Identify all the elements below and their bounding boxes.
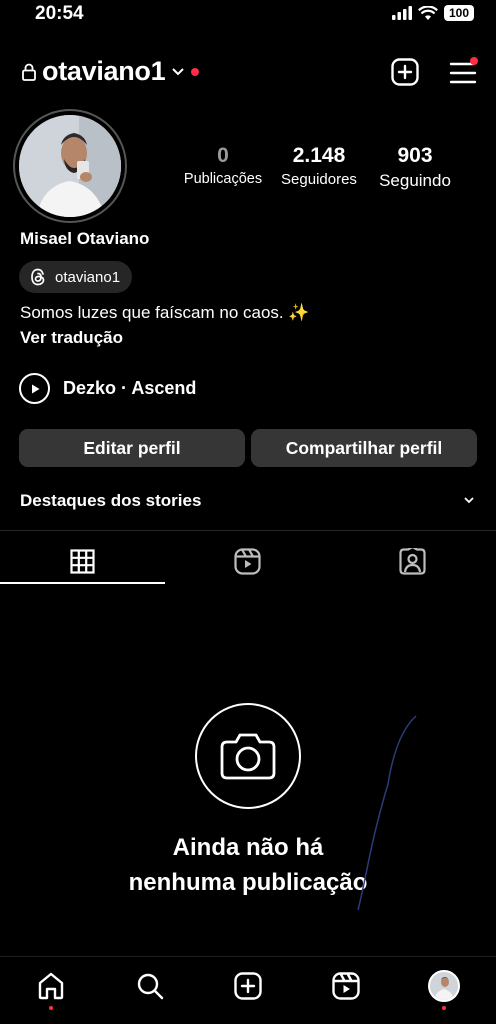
- following-count-label: Seguindo: [379, 171, 451, 190]
- create-icon: [234, 972, 262, 1000]
- music-title: Dezko · Ascend: [63, 378, 197, 398]
- posts-count[interactable]: 0 Publicações: [178, 144, 268, 187]
- profile-avatar: [428, 970, 460, 1002]
- full-name: Misael Otaviano: [20, 229, 150, 248]
- threads-icon: [31, 268, 45, 286]
- see-translation-link[interactable]: Ver tradução: [20, 328, 123, 348]
- divider: [0, 530, 496, 531]
- story-highlights-toggle[interactable]: Destaques dos stories: [20, 491, 201, 511]
- empty-state-title: Ainda não há nenhuma publicação: [128, 834, 368, 896]
- profile-music[interactable]: Dezko · Ascend: [19, 373, 196, 404]
- tagged-icon: [399, 548, 426, 575]
- play-icon: [19, 373, 50, 404]
- nav-create[interactable]: [228, 966, 268, 1006]
- nav-reels[interactable]: [326, 966, 366, 1006]
- camera-icon: [220, 733, 276, 780]
- share-profile-button[interactable]: Compartilhar perfil: [251, 429, 477, 467]
- home-notification-dot: [49, 1006, 53, 1010]
- active-tab-indicator: [0, 582, 165, 584]
- grid-icon: [70, 549, 95, 574]
- decorative-stroke: [357, 715, 417, 911]
- hamburger-menu-icon: [449, 57, 478, 84]
- wifi-icon: [418, 5, 438, 20]
- nav-home[interactable]: [31, 966, 71, 1006]
- following-count[interactable]: 903 Seguindo: [370, 144, 460, 191]
- avatar-photo: [19, 115, 121, 217]
- signal-icon: [392, 6, 412, 20]
- home-icon: [38, 972, 64, 1000]
- profile-notification-dot: [442, 1006, 446, 1010]
- tab-reels[interactable]: [165, 540, 330, 583]
- account-switcher[interactable]: otaviano1: [22, 56, 200, 87]
- battery-indicator: 100: [444, 5, 474, 21]
- chevron-down-icon[interactable]: [462, 494, 476, 506]
- followers-count[interactable]: 2.148 Seguidores: [273, 144, 365, 188]
- reels-icon: [234, 548, 261, 575]
- threads-badge[interactable]: otaviano1: [19, 261, 133, 293]
- reels-icon: [332, 972, 360, 1000]
- tab-tagged[interactable]: [330, 540, 495, 583]
- following-count-value: 903: [397, 144, 433, 167]
- edit-profile-button[interactable]: Editar perfil: [19, 429, 245, 467]
- chevron-down-icon: [172, 67, 185, 75]
- plus-square-icon: [391, 58, 419, 86]
- status-time: 20:54: [35, 3, 84, 24]
- posts-count-label: Publicações: [183, 171, 263, 187]
- followers-count-label: Seguidores: [281, 171, 357, 188]
- status-indicators: 100: [392, 5, 474, 21]
- threads-handle: otaviano1: [55, 268, 121, 286]
- username: otaviano1: [42, 56, 166, 86]
- profile-avatar[interactable]: [13, 109, 127, 223]
- nav-profile[interactable]: [424, 966, 464, 1006]
- nav-search[interactable]: [130, 966, 170, 1006]
- tab-posts[interactable]: [0, 540, 165, 583]
- notification-dot: [191, 67, 200, 76]
- posts-count-value: 0: [217, 144, 229, 167]
- bottom-nav-border: [0, 956, 496, 957]
- bio-text: Somos luzes que faíscam no caos. ✨: [20, 303, 310, 322]
- search-icon: [137, 973, 164, 1000]
- create-post-button[interactable]: [389, 56, 421, 88]
- menu-button[interactable]: [446, 55, 480, 89]
- camera-placeholder[interactable]: [195, 703, 301, 809]
- followers-count-value: 2.148: [292, 144, 346, 167]
- lock-icon: [22, 63, 36, 81]
